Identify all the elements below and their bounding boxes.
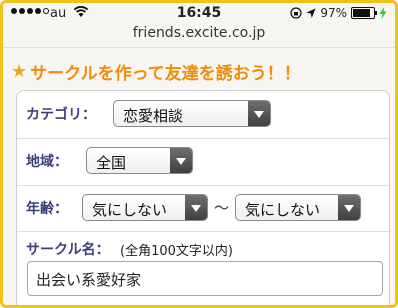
circle-name-hint: (全角100文字以内) <box>120 244 233 259</box>
region-select[interactable]: 全国 <box>86 147 193 174</box>
region-selected: 全国 <box>96 154 127 172</box>
location-arrow-icon <box>306 8 316 18</box>
battery-icon <box>351 7 377 19</box>
chevron-down-icon <box>248 101 270 126</box>
category-selected: 恋愛相談 <box>123 107 184 125</box>
address-bar-url[interactable]: friends.excite.co.jp <box>3 25 395 41</box>
category-label: カテゴリ： <box>26 107 96 123</box>
phone-frame: au 16:45 97% friends.excite.co.jp ★ サークル… <box>0 0 398 308</box>
row-divider <box>17 185 389 186</box>
circle-name-label: サークル名： <box>26 242 110 258</box>
age-min-selected: 気にしない <box>92 201 168 219</box>
age-min-select[interactable]: 気にしない <box>82 194 208 221</box>
status-bar: au 16:45 97% <box>3 3 395 25</box>
circle-form: カテゴリ： 恋愛相談 地域： 全国 年齢： 気にしない 〜 気にしない サークル… <box>16 90 390 305</box>
age-max-select[interactable]: 気にしない <box>235 194 361 221</box>
age-max-selected: 気にしない <box>245 201 321 219</box>
rotation-lock-icon <box>290 7 302 19</box>
status-right-icons: 97% <box>290 6 387 20</box>
battery-percent: 97% <box>320 6 347 20</box>
star-icon: ★ <box>11 61 28 82</box>
page-heading: ★ サークルを作って友達を誘おう！！ <box>11 59 301 84</box>
chevron-down-icon <box>338 195 360 220</box>
chevron-down-icon <box>170 148 192 173</box>
address-bar-divider <box>3 47 395 48</box>
charging-bolt-icon <box>379 7 387 19</box>
row-divider <box>17 231 389 232</box>
chevron-down-icon <box>185 195 207 220</box>
circle-name-input[interactable]: 出会い系愛好家 <box>27 261 383 296</box>
page-title: サークルを作って友達を誘おう！！ <box>30 64 301 84</box>
row-divider <box>17 138 389 139</box>
age-range-separator: 〜 <box>214 199 230 217</box>
category-select[interactable]: 恋愛相談 <box>113 100 271 127</box>
region-label: 地域： <box>26 154 68 170</box>
age-label: 年齢： <box>26 201 68 217</box>
